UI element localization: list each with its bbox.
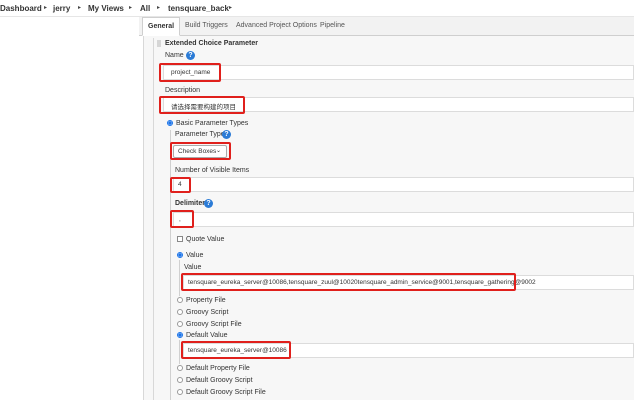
name-label: Name [165, 52, 184, 59]
quote-value-label: Quote Value [186, 236, 225, 243]
value-field-label: Value [184, 264, 202, 271]
basic-parameter-types-radio[interactable] [167, 120, 173, 126]
default-property-file-radio[interactable] [177, 365, 183, 371]
property-file-label: Property File [186, 297, 226, 304]
breadcrumb-separator-icon: ▸ [229, 5, 233, 11]
tab-build-triggers[interactable]: Build Triggers [185, 22, 228, 29]
group-border [179, 340, 180, 364]
breadcrumb-separator-icon: ▸ [129, 5, 133, 11]
drag-handle[interactable] [157, 40, 161, 47]
groovy-script-radio[interactable] [177, 309, 183, 315]
breadcrumb-jerry[interactable]: jerry [53, 4, 70, 13]
value-radio-label: Value [186, 252, 204, 259]
breadcrumb-tensquare-back[interactable]: tensquare_back [168, 4, 229, 13]
basic-parameter-types-label: Basic Parameter Types [176, 120, 249, 127]
value-radio[interactable] [177, 252, 183, 258]
visible-items-label: Number of Visible Items [175, 167, 250, 174]
parameter-title: Extended Choice Parameter [165, 40, 258, 47]
breadcrumb-separator-icon: ▸ [78, 5, 82, 11]
highlight-box [170, 177, 191, 193]
property-file-radio[interactable] [177, 297, 183, 303]
help-icon[interactable]: ? [222, 130, 231, 139]
groovy-script-file-radio[interactable] [177, 321, 183, 327]
breadcrumb-separator-icon: ▸ [157, 5, 161, 11]
name-input[interactable]: project_name [163, 65, 634, 80]
highlight-box [159, 63, 221, 82]
breadcrumb: Dashboard ▸ jerry ▸ My Views ▸ All ▸ ten… [0, 0, 634, 17]
default-groovy-script-label: Default Groovy Script [186, 377, 253, 384]
default-groovy-script-file-radio[interactable] [177, 389, 183, 395]
default-value-label: Default Value [186, 332, 228, 339]
default-groovy-script-file-label: Default Groovy Script File [186, 389, 266, 396]
groovy-script-file-label: Groovy Script File [186, 321, 242, 328]
breadcrumb-my-views[interactable]: My Views [88, 4, 124, 13]
highlight-box [181, 273, 516, 291]
tab-pipeline[interactable]: Pipeline [320, 22, 345, 29]
tab-general[interactable]: General [142, 17, 181, 36]
delimiter-input[interactable]: , [173, 212, 634, 227]
default-groovy-script-radio[interactable] [177, 377, 183, 383]
group-border [179, 260, 180, 296]
breadcrumb-dashboard[interactable]: Dashboard [0, 4, 42, 13]
help-icon[interactable]: ? [204, 199, 213, 208]
side-panel [0, 17, 139, 400]
visible-items-input[interactable]: 4 [173, 177, 634, 192]
breadcrumb-separator-icon: ▸ [44, 5, 48, 11]
groovy-script-label: Groovy Script [186, 309, 229, 316]
parameter-type-label: Parameter Type [175, 131, 225, 138]
highlight-box [170, 210, 194, 228]
description-label: Description [165, 87, 201, 94]
highlight-box [159, 96, 245, 114]
highlight-box [170, 142, 231, 160]
delimiter-label: Delimiter [175, 200, 205, 207]
highlight-box [181, 341, 291, 359]
help-icon[interactable]: ? [186, 51, 195, 60]
breadcrumb-all[interactable]: All [140, 4, 150, 13]
default-property-file-label: Default Property File [186, 365, 250, 372]
group-border [170, 130, 171, 400]
quote-value-checkbox[interactable] [177, 236, 183, 242]
config-tab-bar: General Build Triggers Advanced Project … [139, 17, 634, 36]
default-value-radio[interactable] [177, 332, 183, 338]
tab-advanced-project-options[interactable]: Advanced Project Options [236, 22, 317, 29]
